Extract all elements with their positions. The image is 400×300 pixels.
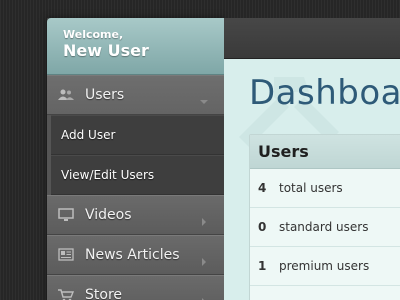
chevron-right-icon xyxy=(200,251,208,266)
list-item: 4 total users xyxy=(250,169,400,208)
sidebar: Welcome, New User Users Add User View/Ed… xyxy=(47,18,224,300)
sidebar-item-news-articles[interactable]: News Articles xyxy=(47,235,224,275)
monitor-icon xyxy=(58,208,74,222)
welcome-greeting: Welcome, xyxy=(63,28,124,41)
list-item: 0 standard users xyxy=(250,208,400,247)
submenu-item-add-user[interactable]: Add User xyxy=(51,115,224,155)
sidebar-item-store[interactable]: Store xyxy=(47,275,224,300)
users-stats-panel: Users 4 total users 0 standard users 1 p… xyxy=(249,134,400,300)
stat-count: 1 xyxy=(258,259,267,273)
submenu-item-view-edit-users[interactable]: View/Edit Users xyxy=(51,155,224,195)
main-content: Dashboard Users 4 total users 0 standard… xyxy=(224,59,400,300)
chevron-down-icon xyxy=(200,91,208,104)
sidebar-item-videos[interactable]: Videos xyxy=(47,195,224,235)
chevron-right-icon xyxy=(200,291,208,300)
sidebar-item-users[interactable]: Users xyxy=(47,75,224,115)
sidebar-item-label: News Articles xyxy=(85,247,180,263)
sidebar-item-label: Videos xyxy=(85,207,132,223)
stat-label: total users xyxy=(279,181,343,195)
sidebar-item-label: Users xyxy=(85,87,125,103)
top-bar xyxy=(224,18,400,59)
newspaper-icon xyxy=(58,248,74,262)
welcome-username: New User xyxy=(63,41,149,60)
stat-count: 0 xyxy=(258,220,267,234)
users-icon xyxy=(58,88,74,102)
welcome-header: Welcome, New User xyxy=(47,18,224,75)
stat-count: 4 xyxy=(258,181,267,195)
users-submenu: Add User View/Edit Users xyxy=(47,115,224,195)
page-title: Dashboard xyxy=(249,73,400,113)
cart-icon xyxy=(58,288,74,300)
stat-label: premium users xyxy=(279,259,370,273)
chevron-right-icon xyxy=(200,211,208,226)
sidebar-item-label: Store xyxy=(85,287,123,300)
stat-label: standard users xyxy=(279,220,369,234)
list-item: 1 premium users xyxy=(250,247,400,286)
panel-title: Users xyxy=(250,135,400,169)
